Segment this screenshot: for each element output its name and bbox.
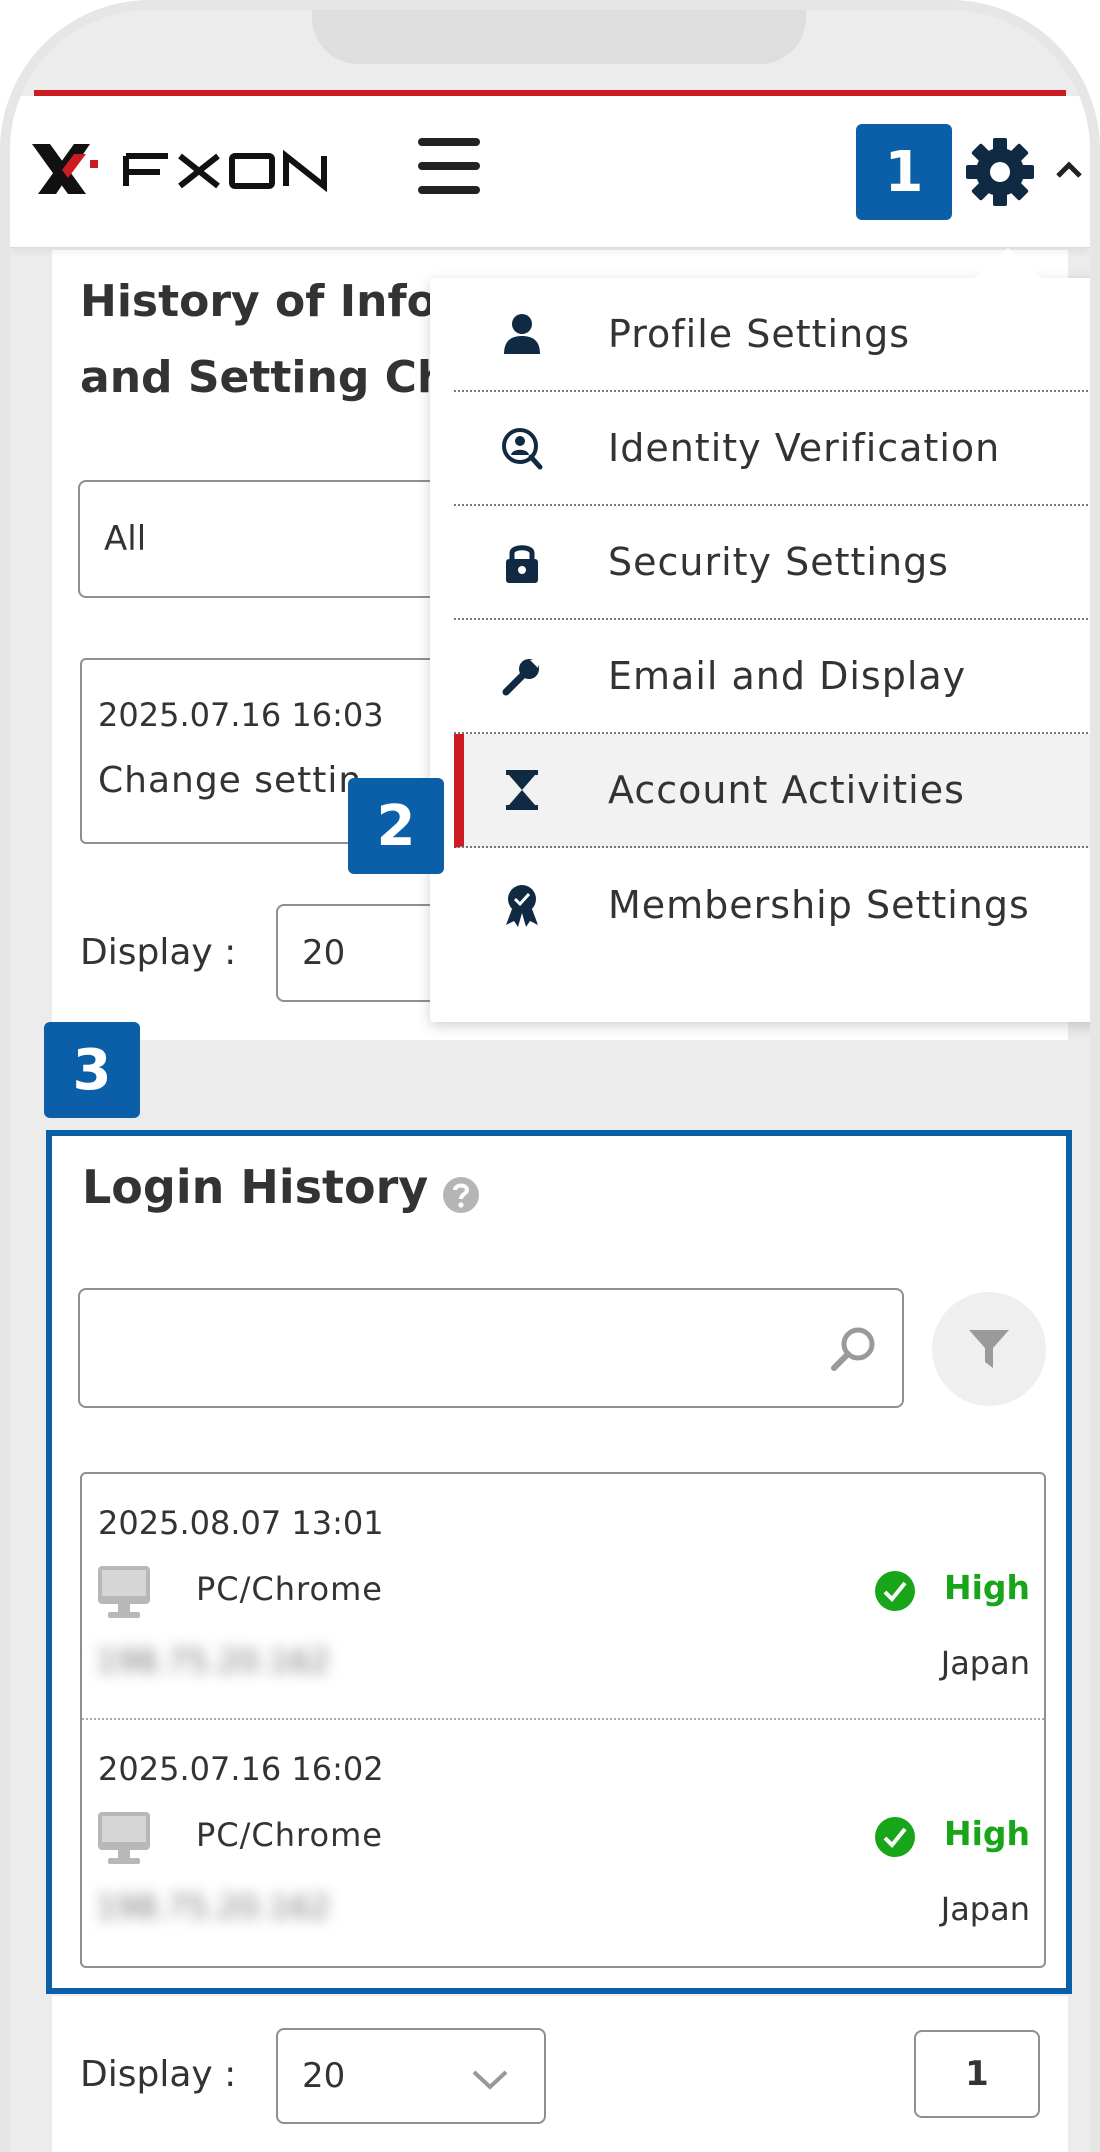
display-label: Display : [80, 2054, 237, 2095]
login-date: 2025.08.07 13:01 [98, 1504, 384, 1542]
menu-item-label: Account Activities [608, 768, 965, 812]
check-circle-icon [875, 1817, 915, 1857]
login-date: 2025.07.16 16:02 [98, 1750, 384, 1788]
login-history-title: Login History [82, 1160, 429, 1214]
hamburger-bar [418, 186, 480, 194]
menu-item-membership-settings[interactable]: Membership Settings [454, 848, 1090, 962]
display-count-value: 20 [302, 933, 346, 973]
hamburger-bar [418, 162, 480, 170]
menu-item-label: Security Settings [608, 540, 949, 584]
login-device: PC/Chrome [196, 1816, 383, 1854]
wrench-icon [502, 659, 539, 696]
menu-item-email-and-display[interactable]: Email and Display [454, 620, 1090, 734]
login-country: Japan [940, 1644, 1030, 1682]
settings-dropdown-menu: Profile Settings Identity Verification S… [430, 278, 1090, 1022]
gear-icon[interactable] [960, 132, 1040, 212]
login-history-card: Login History 2025.08.07 13:01 PC/Chrome… [46, 1130, 1072, 1994]
person-icon [504, 314, 540, 354]
help-icon[interactable] [442, 1176, 480, 1214]
menu-item-profile-settings[interactable]: Profile Settings [454, 278, 1090, 392]
login-ip-address: 198.75.20.162 [96, 1888, 331, 1926]
history-entry-date: 2025.07.16 16:03 [98, 696, 384, 734]
login-history-list: 2025.08.07 13:01 PC/Chrome High 198.75.2… [80, 1472, 1046, 1968]
desktop-pc-icon [98, 1812, 150, 1864]
filter-icon [969, 1330, 1009, 1368]
login-search-input[interactable] [78, 1288, 904, 1408]
info-history-title-line2: and Setting Ch [80, 352, 449, 403]
hourglass-icon [506, 770, 538, 810]
id-search-icon [502, 428, 543, 470]
phone-notch [312, 10, 806, 64]
login-history-row: 2025.07.16 16:02 PC/Chrome High 198.75.2… [82, 1720, 1044, 1966]
login-device: PC/Chrome [196, 1570, 383, 1608]
menu-item-security-settings[interactable]: Security Settings [454, 506, 1090, 620]
info-history-title-line1: History of Info [80, 276, 437, 327]
menu-item-label: Profile Settings [608, 312, 911, 356]
check-circle-icon [875, 1571, 915, 1611]
menu-item-identity-verification[interactable]: Identity Verification [454, 392, 1090, 506]
callout-badge-1: 1 [856, 124, 952, 220]
hamburger-bar [418, 138, 480, 146]
menu-caret [974, 248, 1042, 278]
login-display-count-value: 20 [302, 2056, 346, 2096]
history-entry-text: Change settin [98, 760, 363, 801]
callout-badge-3: 3 [44, 1022, 140, 1118]
hamburger-menu-button[interactable] [418, 138, 480, 194]
filter-button[interactable] [932, 1292, 1046, 1406]
lock-icon [506, 545, 538, 583]
menu-item-label: Identity Verification [608, 426, 1001, 470]
login-history-row: 2025.08.07 13:01 PC/Chrome High 198.75.2… [82, 1474, 1044, 1720]
login-display-count-select[interactable]: 20 [276, 2028, 546, 2124]
chevron-up-icon[interactable] [1054, 158, 1084, 182]
ribbon-badge-icon [506, 885, 538, 927]
menu-item-account-activities[interactable]: Account Activities [454, 734, 1090, 848]
page-number-button[interactable]: 1 [914, 2030, 1040, 2118]
history-filter-value: All [104, 519, 147, 559]
login-country: Japan [940, 1890, 1030, 1928]
desktop-pc-icon [98, 1566, 150, 1618]
search-icon[interactable] [828, 1324, 878, 1374]
security-level: High [944, 1814, 1031, 1853]
menu-item-label: Membership Settings [608, 883, 1030, 927]
security-level: High [944, 1568, 1031, 1607]
chevron-down-icon [472, 2070, 508, 2090]
login-ip-address: 198.75.20.162 [96, 1642, 331, 1680]
menu-item-label: Email and Display [608, 654, 967, 698]
callout-badge-2: 2 [348, 778, 444, 874]
phone-frame: History of Info and Setting Ch All 2025.… [0, 0, 1100, 2152]
display-label: Display : [80, 932, 237, 973]
fxon-logo[interactable] [28, 134, 364, 204]
